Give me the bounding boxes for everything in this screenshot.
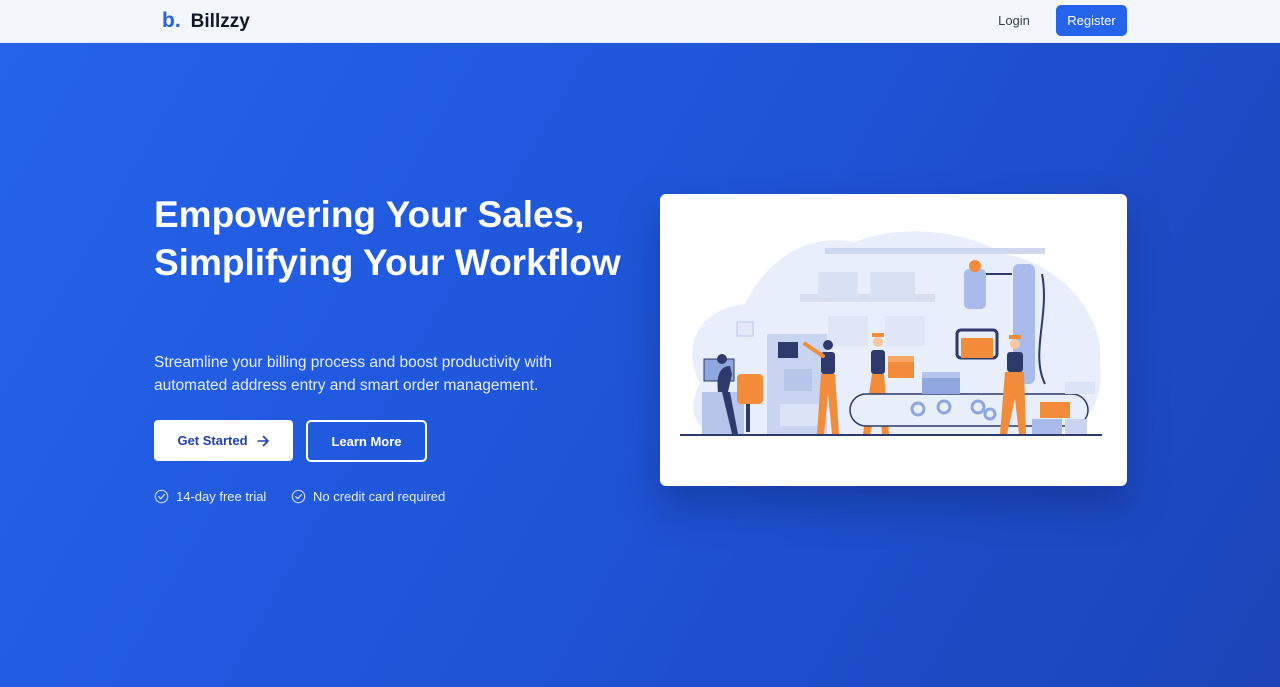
brand-logo[interactable]: b. Billzzy <box>162 9 250 33</box>
check-circle-icon <box>291 489 306 504</box>
logo-mark: b. <box>162 9 181 32</box>
factory-illustration <box>680 231 1102 436</box>
feature-free-trial: 14-day free trial <box>154 489 266 504</box>
feature-label: 14-day free trial <box>176 489 267 504</box>
brand-name: Billzzy <box>190 11 250 32</box>
get-started-label: Get Started <box>177 433 248 448</box>
hero-illustration-card <box>660 194 1127 486</box>
hero-title: Empowering Your Sales, Simplifying Your … <box>154 194 621 283</box>
feature-no-credit-card: No credit card required <box>291 489 445 504</box>
arrow-right-icon <box>256 435 269 446</box>
top-navbar: b. Billzzy Login Register <box>0 0 1280 43</box>
hero-subtitle: Streamline your billing process and boos… <box>154 354 553 394</box>
get-started-button[interactable]: Get Started <box>154 420 293 461</box>
register-button[interactable]: Register <box>1056 5 1127 36</box>
feature-label: No credit card required <box>313 489 446 504</box>
hero-section: Empowering Your Sales, Simplifying Your … <box>0 43 1280 687</box>
login-link[interactable]: Login <box>984 5 1044 36</box>
check-circle-icon <box>154 489 169 504</box>
learn-more-button[interactable]: Learn More <box>306 420 427 462</box>
